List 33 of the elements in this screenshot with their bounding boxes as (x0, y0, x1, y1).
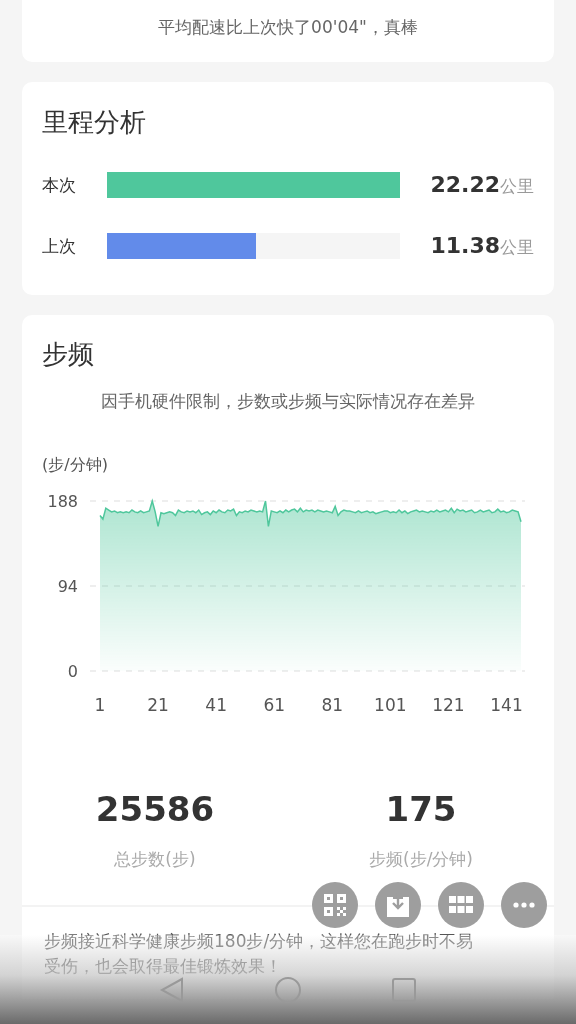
stat-value: 175 (385, 788, 457, 831)
stat-label: 步频(步/分钟) (369, 848, 473, 871)
x-tick-label: 1 (94, 695, 106, 715)
y-tick-label: 188 (47, 492, 78, 511)
home-icon[interactable] (275, 977, 301, 1003)
pace-message: 平均配速比上次快了00'04"，真棒 (158, 17, 418, 37)
x-tick-label: 21 (147, 695, 169, 715)
x-tick-label: 81 (321, 695, 344, 715)
y-tick-label: 94 (57, 577, 78, 596)
distance-unit: 公里 (500, 236, 534, 259)
y-tick-label: 0 (67, 662, 78, 681)
distance-unit: 公里 (500, 175, 534, 198)
x-tick-label: 121 (432, 695, 465, 715)
x-tick-label: 101 (374, 695, 407, 715)
distance-value: 22.22 (430, 172, 500, 197)
x-tick-label: 41 (205, 695, 227, 715)
stat-label: 总步数(步) (114, 848, 196, 871)
grid-icon (449, 896, 473, 914)
recents-icon[interactable] (391, 977, 417, 1003)
section-title: 里程分析 (42, 106, 147, 139)
x-tick-label: 141 (490, 695, 523, 715)
distance-value: 11.38 (430, 233, 500, 258)
cadence-tip: 步频接近科学健康步频180步/分钟，这样您在跑步时不易受伤，也会取得最佳锻炼效果！ (44, 930, 475, 978)
back-icon[interactable] (159, 977, 185, 1003)
more-icon (513, 902, 535, 908)
stat-value: 25586 (95, 788, 215, 831)
section-title: 步频 (42, 338, 95, 371)
row-label: 本次 (42, 173, 77, 197)
qr-code-icon (324, 894, 346, 916)
x-tick-label: 61 (263, 695, 286, 715)
row-label: 上次 (42, 234, 77, 258)
disclaimer-text: 因手机硬件限制，步数或步频与实际情况存在差异 (100, 390, 476, 413)
y-axis-label: (步/分钟) (42, 454, 108, 476)
